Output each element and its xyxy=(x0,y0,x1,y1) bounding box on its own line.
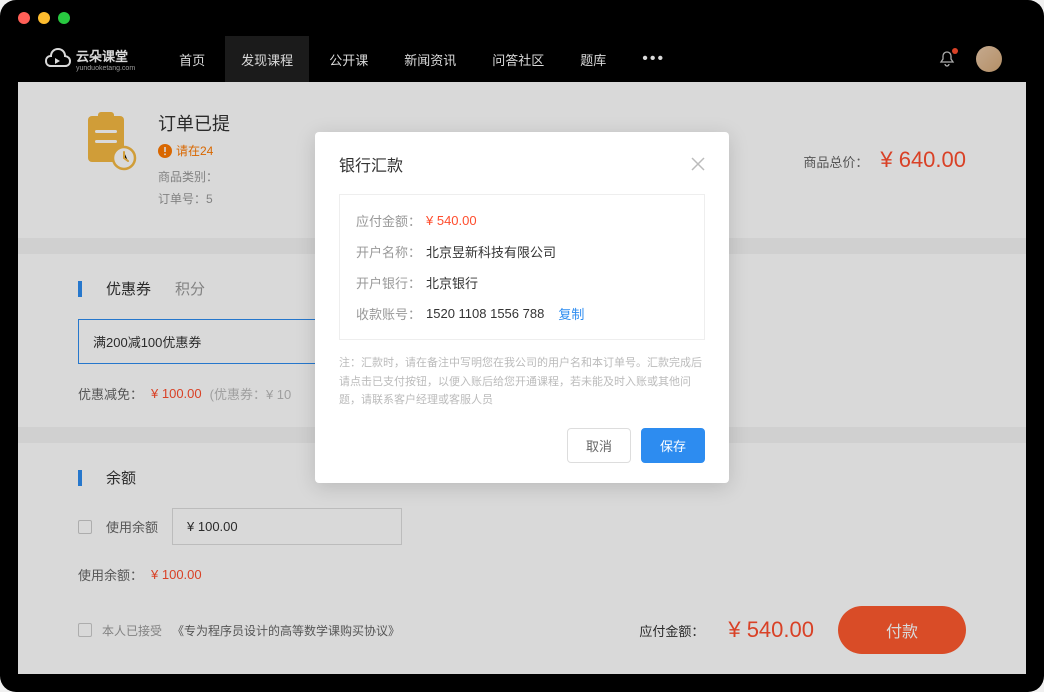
maximize-dot[interactable] xyxy=(58,12,70,24)
copy-button[interactable]: 复制 xyxy=(558,304,584,323)
modal-bank-value: 北京银行 xyxy=(426,273,478,292)
bank-transfer-modal: 银行汇款 应付金额： ¥ 540.00 开户名称： 北京昱新科技有限公司 开户银… xyxy=(315,132,729,483)
modal-overlay[interactable]: 银行汇款 应付金额： ¥ 540.00 开户名称： 北京昱新科技有限公司 开户银… xyxy=(18,36,1026,674)
modal-account-name-label: 开户名称： xyxy=(356,242,426,261)
modal-amount-label: 应付金额： xyxy=(356,211,426,230)
modal-account-no-label: 收款账号： xyxy=(356,304,426,323)
close-icon[interactable] xyxy=(691,157,705,171)
modal-account-no-value: 1520 1108 1556 788 xyxy=(426,306,544,321)
minimize-dot[interactable] xyxy=(38,12,50,24)
save-button[interactable]: 保存 xyxy=(641,428,705,463)
modal-title: 银行汇款 xyxy=(339,152,403,176)
modal-amount-value: ¥ 540.00 xyxy=(426,213,477,228)
modal-account-name-value: 北京昱新科技有限公司 xyxy=(426,242,556,261)
modal-bank-label: 开户银行： xyxy=(356,273,426,292)
cancel-button[interactable]: 取消 xyxy=(567,428,631,463)
mac-titlebar xyxy=(0,0,1044,36)
modal-note: 注：汇款时，请在备注中写明您在我公司的用户名和本订单号。汇款完成后请点击已支付按… xyxy=(339,354,705,410)
close-dot[interactable] xyxy=(18,12,30,24)
